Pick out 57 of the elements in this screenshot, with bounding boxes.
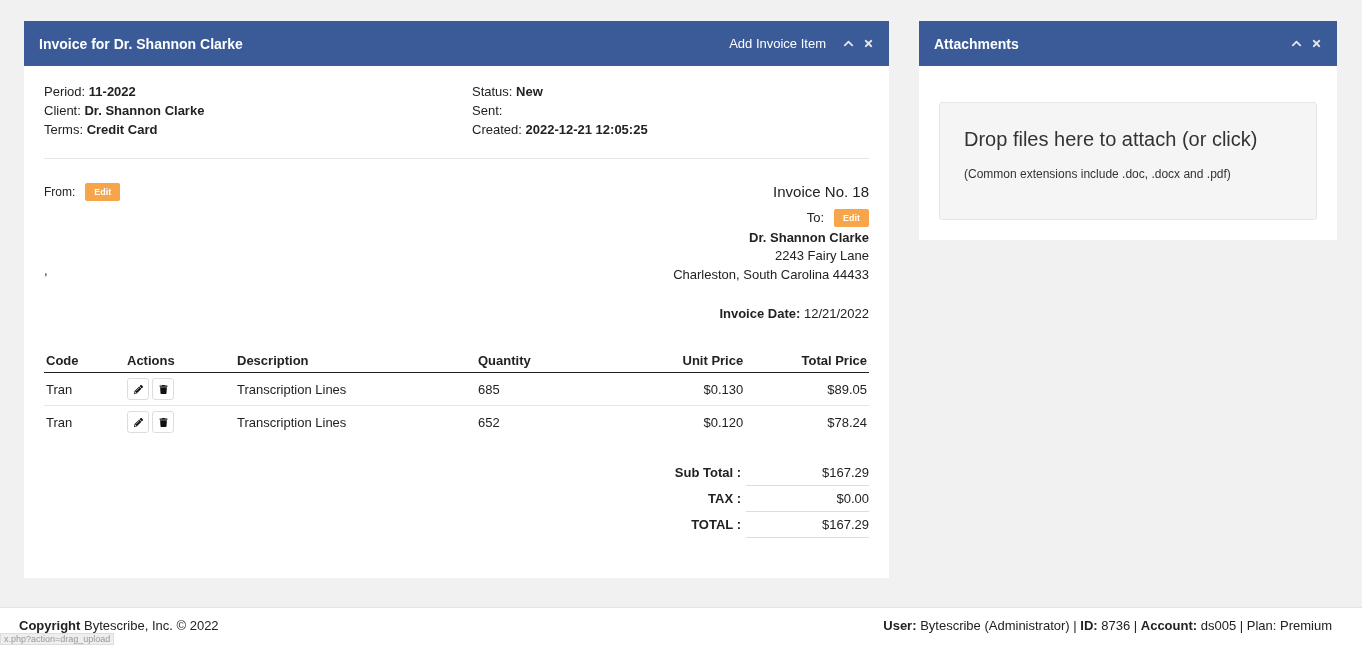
total-label: TAX : [707, 490, 742, 508]
from-label: From: [44, 185, 76, 199]
pencil-icon [133, 417, 143, 427]
close-icon[interactable] [863, 38, 874, 49]
user-info: User: Bytescribe (Administrator) | ID: 8736 | Account: ds005 | Plan: Premium [883, 618, 1332, 633]
invoice-number: Invoice No. 18 [773, 183, 869, 200]
panel-title: Invoice for Dr. Shannon Clarke [39, 35, 244, 52]
client-name: Dr. Shannon Clarke [749, 230, 869, 245]
drop-title: Drop files here to attach (or click) [964, 128, 1259, 151]
trash-icon [158, 417, 168, 427]
trash-icon [158, 384, 168, 394]
status-url: x.php?action=drag_upload [0, 633, 115, 645]
copyright-text: Copyright Bytescribe, Inc. © 2022 [19, 618, 219, 633]
column-header: Description [235, 349, 476, 373]
table-cell: 652 [476, 405, 630, 438]
total-value: $0.00 [746, 486, 869, 512]
table-cell: Tran [44, 405, 125, 438]
edit-icon-button[interactable] [127, 378, 149, 400]
address-line: Charleston, South Carolina 44433 [673, 267, 869, 283]
total-value: $167.29 [746, 512, 869, 538]
column-header: Total Price [745, 349, 869, 373]
file-drop-zone[interactable]: Drop files here to attach (or click) (Common extensions include .doc, .docx and .pdf) [939, 102, 1317, 220]
add-invoice-item-link[interactable]: Add Invoice Item [729, 36, 826, 51]
total-value: $167.29 [746, 460, 869, 486]
collapse-icon[interactable] [843, 38, 854, 49]
meta-text: Status: New [472, 84, 544, 100]
to-label: To: [806, 210, 824, 226]
meta-text: Terms: Credit Card [44, 122, 159, 138]
panel-title: Attachments [934, 35, 1020, 52]
table-cell: $78.24 [745, 405, 869, 438]
column-header: Quantity [476, 349, 630, 373]
invoice-date: Invoice Date: 12/21/2022 [719, 306, 869, 321]
meta-text: Client: Dr. Shannon Clarke [44, 103, 206, 119]
close-icon[interactable] [1311, 38, 1322, 49]
from-address: , [44, 263, 49, 278]
table-cell: $0.130 [630, 372, 746, 406]
total-label: Sub Total : [674, 464, 742, 482]
table-cell: $89.05 [745, 372, 869, 406]
collapse-icon[interactable] [1291, 38, 1302, 49]
meta-text: Sent: [472, 103, 504, 119]
edit-icon-button[interactable] [127, 411, 149, 433]
table-cell: Transcription Lines [235, 405, 476, 438]
delete-icon-button[interactable] [152, 378, 174, 400]
column-header: Code [44, 349, 125, 373]
table-cell: $0.120 [630, 405, 746, 438]
address-line: 2243 Fairy Lane [775, 248, 869, 264]
meta-text: Period: 11-2022 [44, 84, 137, 100]
pencil-icon [133, 384, 143, 394]
table-cell: Transcription Lines [235, 372, 476, 406]
delete-icon-button[interactable] [152, 411, 174, 433]
column-header: Actions [125, 349, 235, 373]
meta-text: Created: 2022-12-21 12:05:25 [472, 122, 649, 138]
table-cell: Tran [44, 372, 125, 406]
total-label: TOTAL : [690, 516, 742, 534]
column-header: Unit Price [630, 349, 746, 373]
drop-hint: (Common extensions include .doc, .docx and .pdf) [964, 167, 1232, 181]
table-cell: 685 [476, 372, 630, 406]
